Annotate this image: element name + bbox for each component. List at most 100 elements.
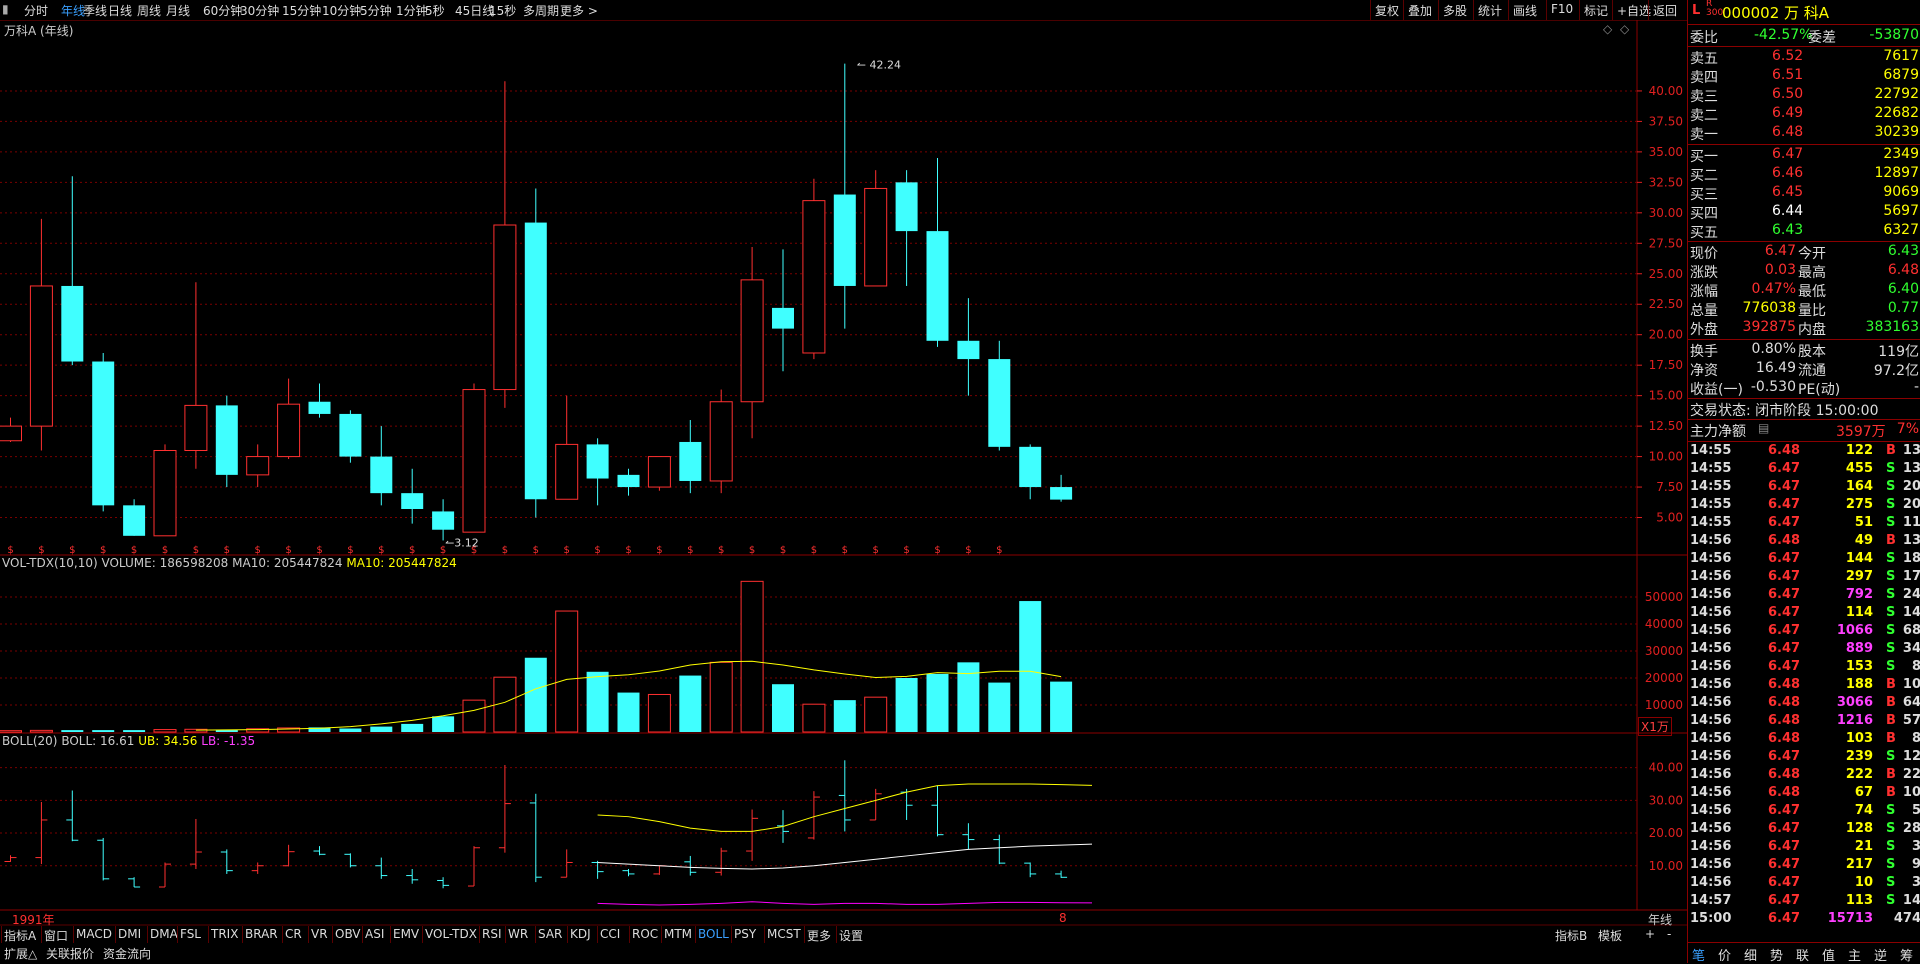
dividend-marker: $ <box>131 545 137 556</box>
candle[interactable] <box>123 499 146 536</box>
indicator-tab-2[interactable]: MACD <box>76 927 112 943</box>
candle[interactable] <box>1050 474 1073 502</box>
dividend-marker: $ <box>873 545 879 556</box>
indicator-tab-24[interactable]: 更多 <box>807 927 831 943</box>
indicator-right-tab-0[interactable]: 指标B <box>1555 927 1587 943</box>
kline-chart[interactable]: 5.00 7.50 10.00 12.50 15.00 17.50 20.00 22.50 25… <box>0 0 1687 963</box>
indicator-tab-8[interactable]: CR <box>285 927 302 943</box>
dividend-marker: $ <box>965 545 971 556</box>
indicator-tab-7[interactable]: BRAR <box>245 927 278 943</box>
candle[interactable] <box>833 63 856 329</box>
indicator-tab-14[interactable]: RSI <box>482 927 502 943</box>
ask-price: 6.51 <box>1772 67 1804 83</box>
candle[interactable] <box>401 468 424 524</box>
candle[interactable] <box>184 282 208 469</box>
tick-volume: 792 <box>1845 587 1873 602</box>
quote-tab-2[interactable]: 细 <box>1744 945 1757 964</box>
candle[interactable] <box>524 188 547 518</box>
indicator-tab-5[interactable]: FSL <box>180 927 201 943</box>
candle-body <box>308 401 331 414</box>
quote-tab-1[interactable]: 价 <box>1718 945 1731 964</box>
indicator-tab-17[interactable]: KDJ <box>570 927 591 943</box>
candle[interactable] <box>802 178 826 360</box>
candle[interactable] <box>586 438 609 506</box>
quote-tab-3[interactable]: 势 <box>1770 945 1783 964</box>
candle[interactable] <box>153 444 177 537</box>
indicator-right-tab-3[interactable]: - <box>1667 927 1671 943</box>
indicator-right-tab-1[interactable]: 模板 <box>1598 927 1622 943</box>
dividend-marker: $ <box>193 545 199 556</box>
candle[interactable] <box>61 176 84 366</box>
indicator-tab-9[interactable]: VR <box>311 927 328 943</box>
indicator-tab-22[interactable]: PSY <box>734 927 756 943</box>
ohlc-bar <box>66 790 79 842</box>
stat-label: 最低 <box>1798 284 1826 300</box>
indicator-tab-0[interactable]: 指标A <box>4 927 36 943</box>
candle[interactable] <box>215 395 238 488</box>
indicator-tab-10[interactable]: OBV <box>335 927 361 943</box>
tick-price: 6.47 <box>1768 605 1801 620</box>
tick-side: B <box>1886 443 1896 458</box>
indicator-tab-13[interactable]: VOL-TDX <box>425 927 477 943</box>
indicator-tab-23[interactable]: MCST <box>767 927 801 943</box>
quote-tab-6[interactable]: 主 <box>1848 945 1861 964</box>
candle[interactable] <box>0 417 22 442</box>
candle[interactable] <box>772 249 794 372</box>
indicator-tab-12[interactable]: EMV <box>393 927 419 943</box>
candle[interactable] <box>370 426 393 506</box>
candle[interactable] <box>246 444 270 488</box>
candle[interactable] <box>1019 444 1042 500</box>
tick-price: 6.47 <box>1768 821 1801 836</box>
candle[interactable] <box>493 81 517 408</box>
candle[interactable] <box>679 420 702 494</box>
candle[interactable] <box>555 395 579 500</box>
indicator-tab-11[interactable]: ASI <box>365 927 384 943</box>
ask-label: 卖四 <box>1690 70 1718 86</box>
candle[interactable] <box>617 468 640 496</box>
indicator-tab-15[interactable]: WR <box>508 927 528 943</box>
candle[interactable] <box>647 456 671 491</box>
indicator-tab-3[interactable]: DMI <box>118 927 141 943</box>
indicator-tab-18[interactable]: CCI <box>600 927 620 943</box>
tab-sep <box>73 926 74 943</box>
indicator-tab-1[interactable]: 窗口 <box>44 927 68 943</box>
quote-tab-7[interactable]: 逆 <box>1874 945 1887 964</box>
candle[interactable] <box>92 352 115 512</box>
indicator-tab-6[interactable]: TRIX <box>211 927 238 943</box>
indicator-tab-21[interactable]: BOLL <box>698 927 729 943</box>
price-tick-label: 35.00 <box>1649 145 1683 159</box>
candle[interactable] <box>957 298 980 396</box>
quote-tab-0[interactable]: 笔 <box>1692 945 1705 964</box>
candle[interactable] <box>895 170 918 286</box>
candle[interactable] <box>864 170 888 287</box>
candle[interactable] <box>926 157 949 347</box>
candle[interactable] <box>29 218 53 451</box>
tick-count: 3 <box>1911 875 1920 890</box>
candle[interactable] <box>709 389 733 494</box>
candle[interactable] <box>339 410 362 463</box>
candle[interactable] <box>308 383 331 418</box>
dividend-marker: $ <box>409 545 415 556</box>
indicator-right-tab-2[interactable]: + <box>1645 927 1655 943</box>
bottom-row2-tab-2[interactable]: 资金流向 <box>103 945 151 961</box>
candle[interactable] <box>277 378 301 460</box>
candle[interactable] <box>432 499 455 541</box>
tick-row: 14:56 6.48 103 B 8 <box>1688 731 1920 749</box>
ohlc-bar <box>128 877 141 888</box>
candle[interactable] <box>988 340 1011 451</box>
tick-row: 14:55 6.48 122 B 13 <box>1688 443 1920 461</box>
quote-tab-4[interactable]: 联 <box>1796 945 1809 964</box>
indicator-tab-19[interactable]: ROC <box>632 927 658 943</box>
candle[interactable] <box>740 246 764 439</box>
indicator-tab-25[interactable]: 设置 <box>839 927 863 943</box>
indicator-tab-20[interactable]: MTM <box>664 927 692 943</box>
quote-tab-8[interactable]: 筹 <box>1900 945 1913 964</box>
tick-price: 6.47 <box>1768 839 1801 854</box>
indicator-tab-4[interactable]: DMA <box>150 927 178 943</box>
quote-tab-5[interactable]: 值 <box>1822 945 1835 964</box>
volume-bar <box>432 716 455 732</box>
indicator-tab-16[interactable]: SAR <box>538 927 562 943</box>
bottom-row2-tab-1[interactable]: 关联报价 <box>46 945 94 961</box>
bottom-row2-tab-0[interactable]: 扩展△ <box>4 945 37 961</box>
candle[interactable] <box>462 383 486 533</box>
